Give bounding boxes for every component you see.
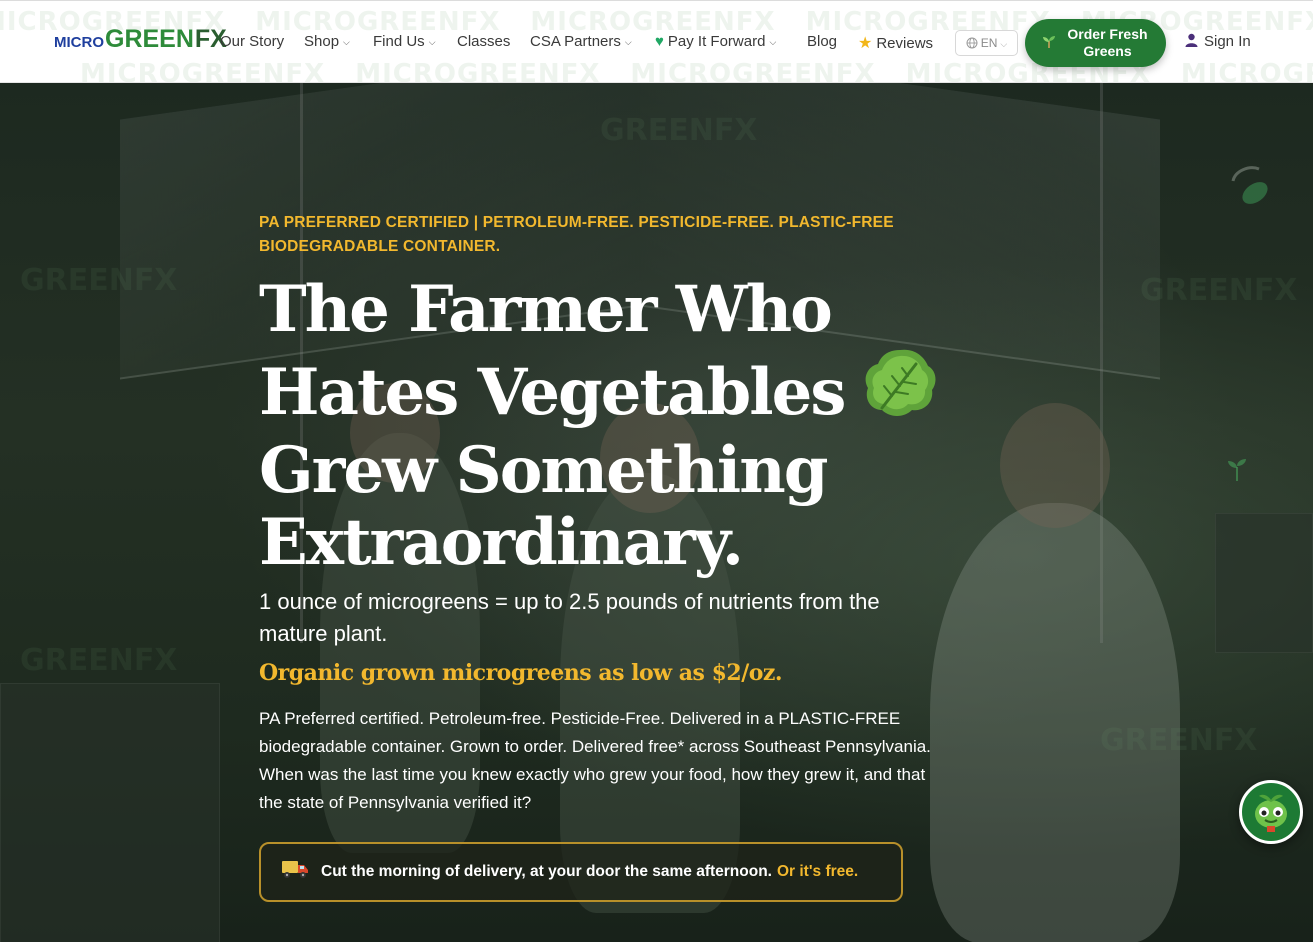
star-icon: ★: [858, 35, 873, 52]
kale-icon: [862, 346, 938, 435]
delivery-guarantee-text: Cut the morning of delivery, at your doo…: [321, 863, 772, 880]
headline-line-2: Hates Vegetables: [259, 355, 846, 430]
nav-pay-it-forward-label: Pay It Forward: [667, 33, 766, 50]
nav-csa-partners[interactable]: CSA Partners ⌵: [530, 33, 632, 50]
hero-watermark: GREENFX: [20, 263, 178, 298]
nav-find-us[interactable]: Find Us ⌵: [373, 33, 436, 50]
sign-in-link[interactable]: Sign In: [1185, 33, 1251, 50]
sprout-icon: [1222, 453, 1252, 488]
sprout-icon: [1041, 33, 1057, 53]
hero-watermark: GREENFX: [1140, 273, 1298, 308]
globe-icon: [966, 37, 978, 49]
hero-watermark: GREENFX: [1100, 723, 1258, 758]
nav-pay-it-forward[interactable]: ♥ Pay It Forward ⌵: [655, 33, 776, 50]
chevron-down-icon: ⌵: [428, 37, 436, 47]
user-icon: [1185, 33, 1198, 50]
sign-in-label: Sign In: [1204, 33, 1251, 50]
order-fresh-greens-button[interactable]: Order Fresh Greens: [1025, 19, 1166, 67]
nav-shop-label: Shop: [304, 33, 340, 50]
nav-find-us-label: Find Us: [373, 33, 425, 50]
heart-icon: ♥: [655, 33, 664, 50]
nav-csa-partners-label: CSA Partners: [530, 33, 621, 50]
nav-classes[interactable]: Classes: [457, 33, 510, 50]
headline-line-3: Grew Something: [259, 433, 828, 508]
nav-our-story[interactable]: Our Story: [220, 33, 284, 50]
chevron-down-icon: ⌵: [343, 37, 350, 47]
hero-background-person-head: [1000, 403, 1110, 528]
nav-shop[interactable]: Shop ⌵: [304, 33, 350, 50]
site-logo[interactable]: MICRO GREEN FX: [54, 25, 227, 54]
hero-watermark: GREENFX: [20, 643, 178, 678]
hero-watermark: GREENFX: [600, 113, 758, 148]
order-button-label: Order Fresh Greens: [1067, 26, 1148, 59]
mascot-chat-icon: [1255, 794, 1287, 832]
headline-line-1: The Farmer Who: [259, 272, 833, 347]
nav-reviews[interactable]: ★ Reviews: [858, 33, 933, 53]
chevron-down-icon: ⌵: [1000, 38, 1008, 49]
nav-blog[interactable]: Blog: [807, 33, 837, 50]
logo-green: GREEN: [105, 25, 194, 53]
truck-icon: [281, 858, 309, 886]
top-navigation: MICROGREENFX MICROGREENFX MICROGREENFX MICR…: [0, 0, 1313, 83]
hero-description: PA Preferred certified. Petroleum-free. …: [259, 709, 931, 812]
chevron-down-icon: ⌵: [769, 37, 777, 47]
language-selector[interactable]: EN ⌵: [955, 30, 1018, 56]
hero-headline: The Farmer Who Hates Vegetables Grew Som…: [259, 274, 959, 579]
hero-background-stand: [1215, 513, 1313, 653]
certification-badge-text: PA PREFERRED CERTIFIED | PETROLEUM-FREE.…: [259, 214, 894, 255]
nutrient-claim: 1 ounce of microgreens = up to 2.5 pound…: [259, 589, 880, 646]
headline-line-4: Extraordinary.: [259, 505, 744, 580]
delivery-guarantee-banner: Cut the morning of delivery, at your doo…: [259, 842, 903, 902]
chevron-down-icon: ⌵: [624, 37, 632, 47]
hero-background-stand: [0, 683, 220, 942]
nav-reviews-label: Reviews: [876, 34, 934, 52]
hero-section: GREENFX GREENFX GREENFX GREENFX GREENFX …: [0, 83, 1313, 942]
chat-assistant-button[interactable]: [1239, 780, 1303, 844]
price-claim: Organic grown microgreens as low as $2/o…: [259, 660, 783, 686]
nav-our-story-label: Our Story: [220, 33, 285, 50]
language-label: EN: [980, 36, 998, 50]
refresh-leaf-icon: [1225, 163, 1277, 220]
logo-micro: MICRO: [54, 34, 104, 51]
nav-classes-label: Classes: [457, 33, 511, 50]
nav-blog-label: Blog: [807, 33, 838, 50]
delivery-free-text: Or it's free.: [776, 863, 859, 880]
